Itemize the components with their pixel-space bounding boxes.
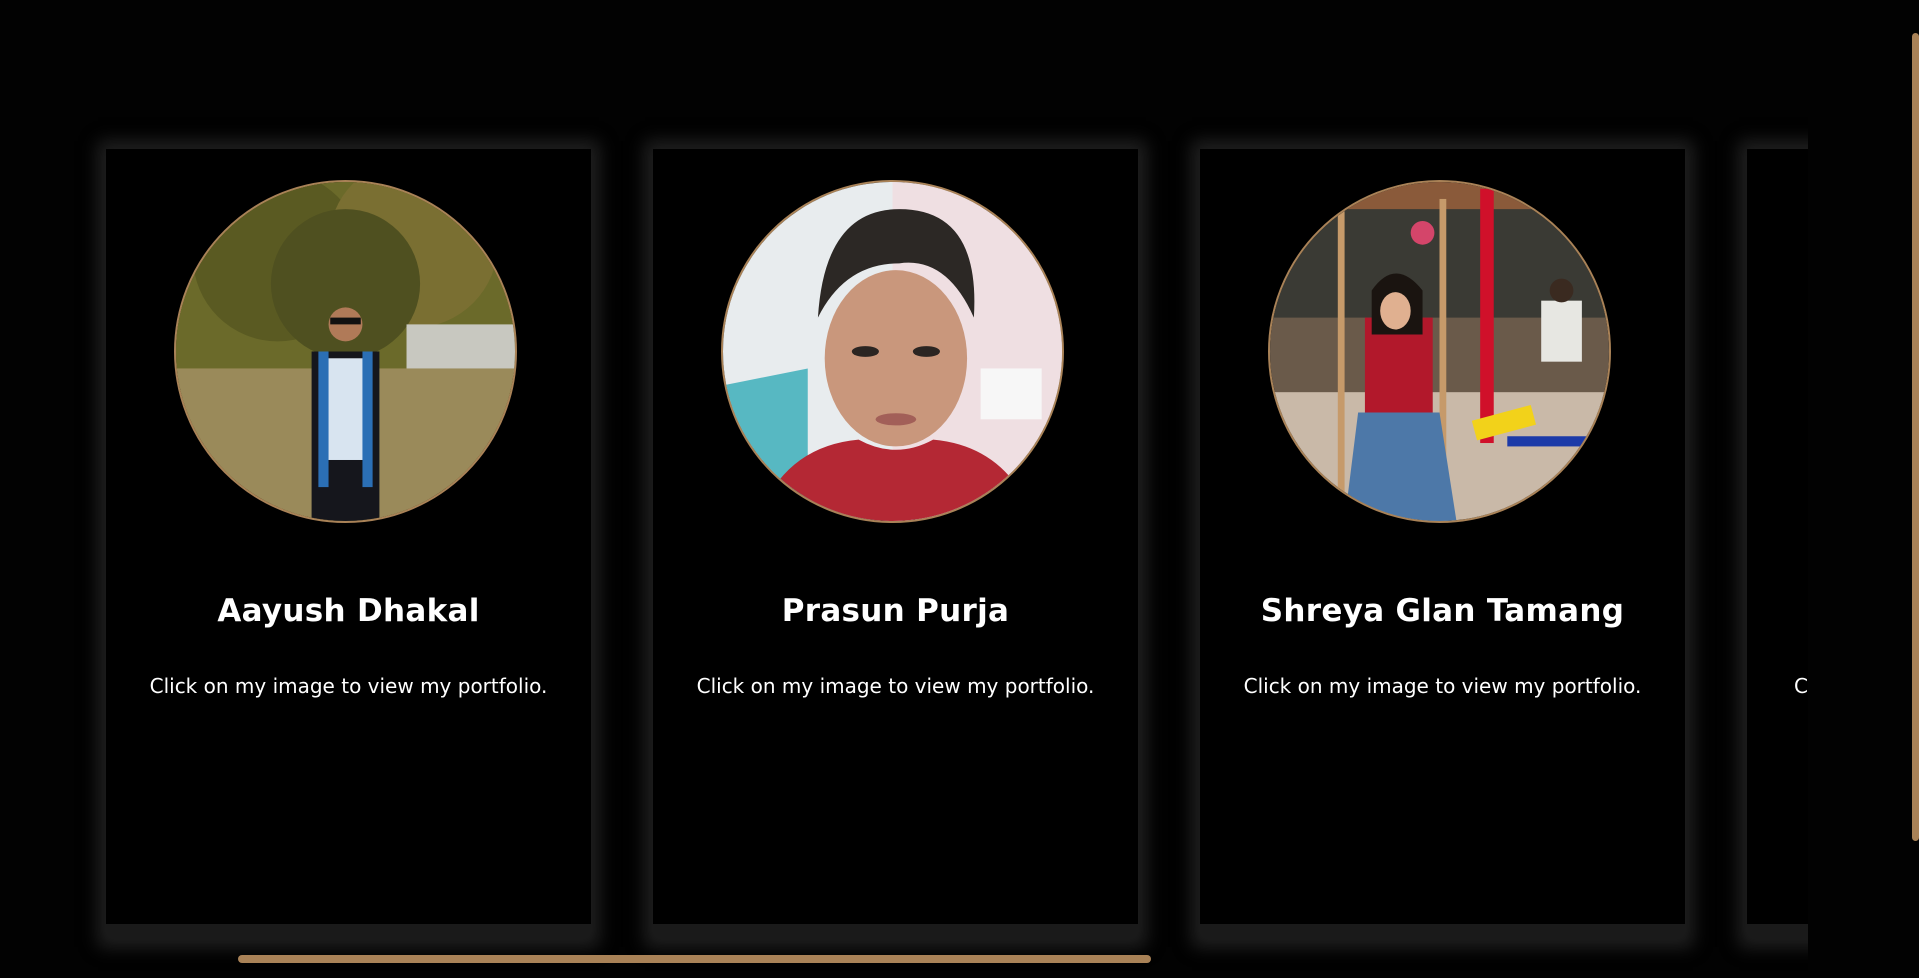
member-caption: Click on my image to view my portfolio. (1243, 674, 1642, 698)
member-caption: Cl (1794, 674, 1808, 698)
portrait-photo (176, 182, 515, 521)
member-name: Prasun Purja (781, 593, 1010, 629)
team-card: Prasun Purja Click on my image to view m… (653, 149, 1138, 924)
cards-track: Aayush Dhakal Click on my image to view … (0, 0, 1808, 978)
vertical-scrollbar[interactable] (1912, 33, 1919, 841)
avatar-shreya-glan-tamang[interactable] (1268, 180, 1611, 523)
member-caption: Click on my image to view my portfolio. (149, 674, 548, 698)
team-card: Aayush Dhakal Click on my image to view … (106, 149, 591, 924)
portrait-photo (1270, 182, 1609, 521)
horizontal-scrollbar[interactable] (238, 955, 1151, 963)
portrait-photo (723, 182, 1062, 521)
team-card-partial: Cl (1747, 149, 1808, 924)
avatar-prasun-purja[interactable] (721, 180, 1064, 523)
team-card: Shreya Glan Tamang Click on my image to … (1200, 149, 1685, 924)
avatar-aayush-dhakal[interactable] (174, 180, 517, 523)
member-name: Aayush Dhakal (217, 593, 480, 629)
member-name: Shreya Glan Tamang (1260, 593, 1625, 629)
team-section: Aayush Dhakal Click on my image to view … (0, 0, 1919, 978)
member-caption: Click on my image to view my portfolio. (696, 674, 1095, 698)
